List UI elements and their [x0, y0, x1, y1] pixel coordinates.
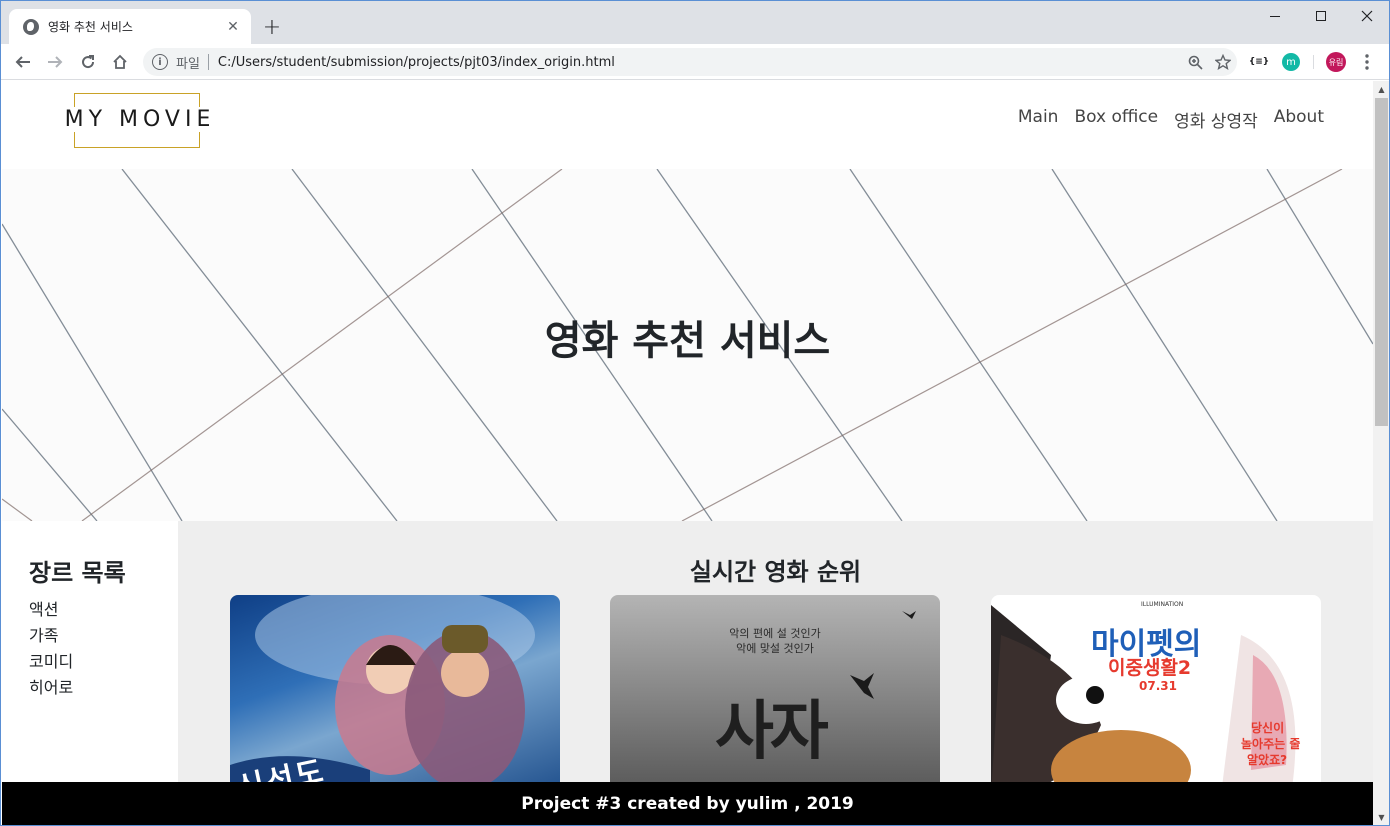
poster-3-brand: ILLUMINATION: [1141, 601, 1184, 608]
reload-button[interactable]: [74, 48, 102, 76]
genre-sidebar: 장르 목록 액션 가족 코미디 히어로: [2, 521, 178, 825]
maximize-button[interactable]: [1298, 1, 1344, 31]
page-scrollbar[interactable]: ▲ ▼: [1373, 81, 1389, 825]
movie-poster-1[interactable]: 신선도: [230, 595, 560, 795]
url-text[interactable]: C:/Users/student/submission/projects/pjt…: [218, 55, 1181, 70]
genre-item-family[interactable]: 가족: [29, 623, 73, 649]
url-scheme-label: 파일: [176, 56, 200, 72]
ranking-section: 실시간 영화 순위 신선도 악의 편에 설 것인가 악에 맞설 것인가 사자 I…: [178, 521, 1373, 825]
address-bar[interactable]: i 파일 C:/Users/student/submission/project…: [143, 48, 1237, 76]
site-header: MY MOVIE Main Box office 영화 상영작 About: [2, 81, 1373, 169]
genre-list-title: 장르 목록: [29, 559, 126, 587]
back-button[interactable]: [9, 48, 37, 76]
poster-3-date: 07.31: [1139, 679, 1177, 693]
poster-3-title-2: 이중생활2: [1108, 657, 1192, 679]
home-button[interactable]: [106, 48, 134, 76]
ranking-title: 실시간 영화 순위: [689, 558, 862, 586]
minimize-icon: [1270, 15, 1280, 17]
hero-title: 영화 추천 서비스: [544, 318, 831, 364]
forward-button[interactable]: [41, 48, 69, 76]
close-tab-icon[interactable]: ✕: [221, 15, 245, 39]
close-icon: [1361, 10, 1373, 22]
nav-box-office[interactable]: Box office: [1074, 107, 1158, 132]
hero-banner: 영화 추천 서비스: [2, 169, 1373, 521]
logo-text: MY MOVIE: [62, 107, 218, 132]
poster-3-tagline-1: 당신이: [1251, 721, 1285, 735]
browser-toolbar: i 파일 C:/Users/student/submission/project…: [1, 44, 1389, 80]
browser-tab[interactable]: 영화 추천 서비스 ✕: [9, 9, 251, 44]
nav-now-showing[interactable]: 영화 상영작: [1174, 107, 1258, 132]
zoom-icon[interactable]: [1181, 48, 1209, 76]
bookmark-star-icon[interactable]: [1209, 48, 1237, 76]
scrollbar-thumb[interactable]: [1375, 98, 1388, 426]
genre-item-hero[interactable]: 히어로: [29, 675, 73, 701]
tab-title: 영화 추천 서비스: [48, 20, 133, 34]
scroll-up-arrow-icon[interactable]: ▲: [1373, 81, 1389, 98]
scroll-down-arrow-icon[interactable]: ▼: [1373, 809, 1389, 825]
poster-3-tagline-2: 놀아주는 줄: [1241, 737, 1301, 751]
genre-item-comedy[interactable]: 코미디: [29, 649, 73, 675]
movie-poster-3[interactable]: ILLUMINATION 마이펫의 이중생활2 07.31 당신이 놀아주는 줄…: [991, 595, 1321, 795]
profile-avatar[interactable]: 유림: [1326, 52, 1346, 72]
minimize-button[interactable]: [1252, 1, 1298, 31]
movie-poster-2[interactable]: 악의 편에 설 것인가 악에 맞설 것인가 사자: [610, 595, 940, 795]
poster-3-tagline-3: 알았죠?: [1247, 753, 1288, 767]
json-viewer-extension-icon[interactable]: {≡}: [1249, 53, 1269, 71]
m-extension-icon[interactable]: m: [1282, 53, 1300, 71]
arrow-right-icon: [48, 56, 63, 68]
nav-about[interactable]: About: [1274, 107, 1324, 132]
omnibox-divider: [207, 54, 209, 70]
browser-window: 영화 추천 서비스 ✕ + i 파일 C:/Users/student/subm…: [0, 0, 1390, 826]
poster-2-title: 사자: [715, 694, 829, 769]
close-window-button[interactable]: [1344, 1, 1389, 31]
toolbar-divider: [1313, 55, 1314, 69]
arrow-left-icon: [15, 56, 30, 68]
globe-icon: [23, 18, 39, 35]
genre-list: 액션 가족 코미디 히어로: [29, 597, 73, 701]
site-footer: Project #3 created by yulim , 2019: [2, 782, 1373, 825]
main-nav: Main Box office 영화 상영작 About: [1018, 107, 1324, 132]
nav-main[interactable]: Main: [1018, 107, 1059, 132]
tab-strip: 영화 추천 서비스 ✕ +: [1, 1, 1389, 44]
footer-text: Project #3 created by yulim , 2019: [521, 794, 854, 814]
page-viewport: MY MOVIE Main Box office 영화 상영작 About 영화…: [2, 81, 1373, 825]
menu-kebab-icon[interactable]: [1359, 53, 1375, 71]
maximize-icon: [1316, 11, 1326, 21]
home-icon: [113, 54, 127, 69]
new-tab-button[interactable]: +: [259, 14, 285, 40]
info-icon[interactable]: i: [152, 54, 168, 70]
reload-icon: [82, 55, 95, 69]
genre-item-action[interactable]: 액션: [29, 597, 73, 623]
site-logo[interactable]: MY MOVIE: [62, 93, 218, 148]
